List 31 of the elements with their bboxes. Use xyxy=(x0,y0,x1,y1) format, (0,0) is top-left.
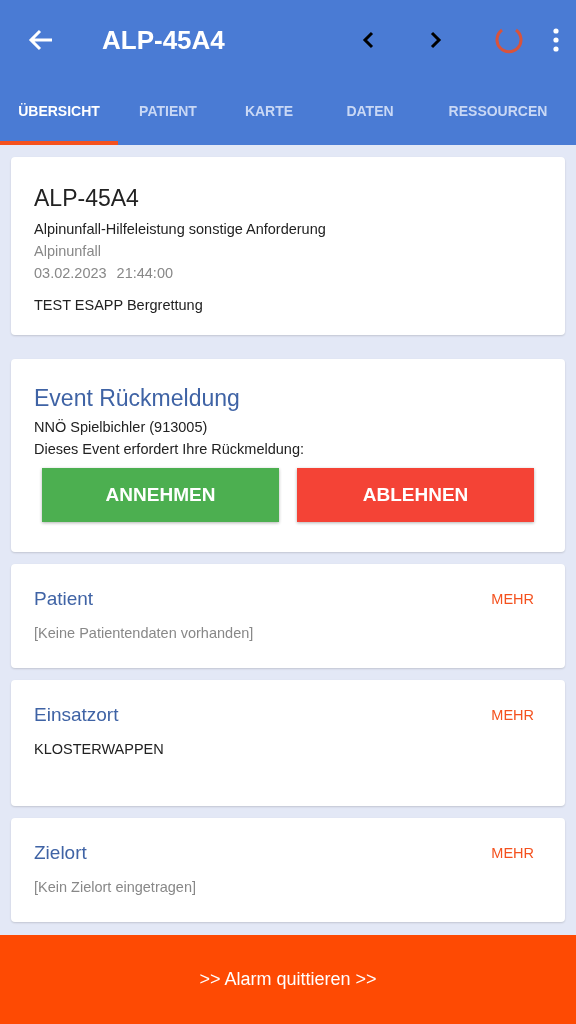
overflow-menu-icon[interactable] xyxy=(552,28,560,52)
event-note: TEST ESAPP Bergrettung xyxy=(34,296,204,315)
feedback-prompt: Dieses Event erfordert Ihre Rückmeldung: xyxy=(34,440,305,459)
tab[interactable]: DATEN xyxy=(320,80,420,145)
section-title: Zielort xyxy=(34,842,87,864)
back-arrow-icon[interactable] xyxy=(28,29,54,51)
feedback-title: Event Rückmeldung xyxy=(34,385,241,412)
next-icon[interactable] xyxy=(428,31,442,49)
reject-button[interactable]: ABLEHNEN xyxy=(297,468,534,522)
event-category: Alpinunfall xyxy=(34,242,102,261)
tab[interactable]: RESSOURCEN xyxy=(420,80,576,145)
tab[interactable]: PATIENT xyxy=(118,80,218,145)
more-link[interactable]: MEHR xyxy=(483,707,542,723)
more-link[interactable]: MEHR xyxy=(483,591,542,607)
previous-icon[interactable] xyxy=(362,31,376,49)
section-text: [Keine Patientendaten vorhanden] xyxy=(34,624,255,643)
app-title: ALP-45A4 xyxy=(102,24,226,56)
tab[interactable]: ÜBERSICHT xyxy=(0,80,118,145)
event-date: 03.02.2023 xyxy=(34,264,107,283)
event-time: 21:44:00 xyxy=(116,264,174,283)
section-text: KLOSTERWAPPEN xyxy=(34,740,165,759)
section-title: Patient xyxy=(34,588,94,610)
acknowledge-alarm-button[interactable]: >> Alarm quittieren >> xyxy=(0,935,576,1024)
section-text: [Kein Zielort eingetragen] xyxy=(34,878,197,897)
more-link[interactable]: MEHR xyxy=(483,845,542,861)
event-description: Alpinunfall-Hilfeleistung sonstige Anforderung xyxy=(34,220,327,239)
accept-button[interactable]: ANNEHMEN xyxy=(42,468,279,522)
unit-name: NNÖ Spielbichler (913005) xyxy=(34,418,209,437)
section-title: Einsatzort xyxy=(34,704,119,726)
tab[interactable]: KARTE xyxy=(218,80,320,145)
event-id: ALP-45A4 xyxy=(34,185,140,212)
